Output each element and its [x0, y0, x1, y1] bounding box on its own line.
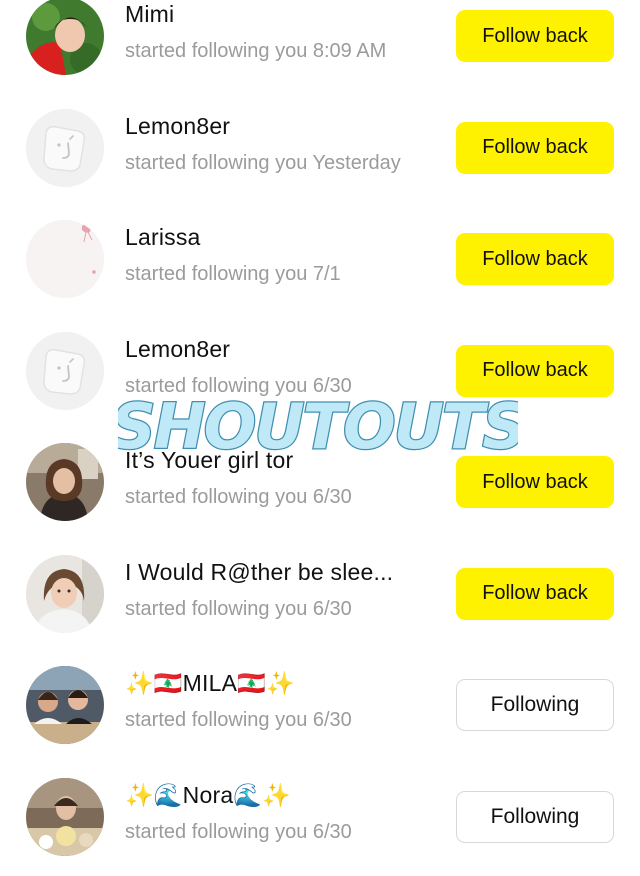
default-lemon8-avatar-icon — [26, 332, 104, 410]
list-item[interactable]: ✨🌊Nora🌊✨ started following you 6/30 Foll… — [0, 765, 640, 876]
follow-back-button[interactable]: Follow back — [456, 122, 614, 174]
list-item[interactable]: ✨🇱🇧MILA🇱🇧✨ started following you 6/30 Fo… — [0, 653, 640, 765]
follow-notice: started following you Yesterday — [125, 152, 401, 175]
list-item[interactable]: I Would R@ther be slee... started follow… — [0, 542, 640, 654]
follow-back-button[interactable]: Follow back — [456, 233, 614, 285]
list-item[interactable]: Larissa started following you 7/1 Follow… — [0, 207, 640, 319]
follow-notice: started following you 6/30 — [125, 598, 352, 621]
follow-back-button[interactable]: Follow back — [456, 568, 614, 620]
user-name[interactable]: ✨🇱🇧MILA🇱🇧✨ — [125, 670, 295, 697]
avatar[interactable] — [26, 109, 104, 187]
follow-notice: started following you 7/1 — [125, 263, 341, 286]
avatar-photo — [26, 555, 104, 633]
user-name[interactable]: Lemon8er — [125, 113, 230, 140]
notification-list: Mimi started following you 8:09 AM Follo… — [0, 0, 640, 876]
follow-notice: started following you 8:09 AM — [125, 40, 386, 63]
follow-notice: started following you 6/30 — [125, 709, 352, 732]
user-name[interactable]: I Would R@ther be slee... — [125, 559, 393, 586]
list-item[interactable]: Lemon8er started following you Yesterday… — [0, 96, 640, 208]
avatar[interactable] — [26, 555, 104, 633]
follow-notice: started following you 6/30 — [125, 821, 352, 844]
following-button[interactable]: Following — [456, 679, 614, 731]
user-name[interactable]: Mimi — [125, 1, 174, 28]
avatar[interactable] — [26, 443, 104, 521]
follow-notice: started following you 6/30 — [125, 375, 352, 398]
user-name[interactable]: Lemon8er — [125, 336, 230, 363]
avatar-photo — [26, 0, 104, 75]
follow-back-button[interactable]: Follow back — [456, 456, 614, 508]
user-name[interactable]: It’s Youer girl tor — [125, 447, 293, 474]
follow-back-button[interactable]: Follow back — [456, 345, 614, 397]
user-name[interactable]: ✨🌊Nora🌊✨ — [125, 782, 291, 809]
follow-notice: started following you 6/30 — [125, 486, 352, 509]
avatar[interactable] — [26, 220, 104, 298]
avatar-photo — [26, 778, 104, 856]
list-item[interactable]: It’s Youer girl tor started following yo… — [0, 430, 640, 542]
avatar[interactable] — [26, 332, 104, 410]
default-lemon8-avatar-icon — [26, 109, 104, 187]
user-name[interactable]: Larissa — [125, 224, 201, 251]
avatar[interactable] — [26, 666, 104, 744]
following-button[interactable]: Following — [456, 791, 614, 843]
avatar-photo — [26, 666, 104, 744]
avatar-photo — [26, 443, 104, 521]
follow-back-button[interactable]: Follow back — [456, 10, 614, 62]
avatar[interactable] — [26, 778, 104, 856]
list-item[interactable]: Lemon8er started following you 6/30 Foll… — [0, 319, 640, 431]
list-item[interactable]: Mimi started following you 8:09 AM Follo… — [0, 0, 640, 96]
avatar[interactable] — [26, 0, 104, 75]
quote-card-avatar — [26, 220, 104, 298]
